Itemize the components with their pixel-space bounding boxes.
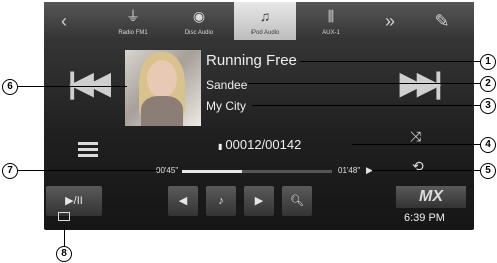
track-album: My City [206,99,246,113]
elapsed-time: 00'45" [156,166,179,175]
list-icon[interactable] [78,142,98,158]
callout-line-2 [248,83,480,84]
file-icon: ▮ [218,142,223,151]
track-counter: ▮ 00012/00142 [218,137,302,152]
source-radio-fm1[interactable]: ⏚ Radio FM1 [102,2,164,40]
callout-4: 4 [480,137,496,153]
callout-line-6 [17,86,127,87]
callout-5: 5 [480,163,496,179]
track-artist: Sandee [206,78,248,92]
callout-line-5 [372,170,480,171]
head-unit-screen: ‹ ⏚ Radio FM1 ◉ Disc Audio ♫ iPod Audio … [44,2,474,230]
previous-track-icon[interactable]: |◀◀ [68,66,110,101]
callout-2: 2 [480,76,496,92]
source-aux-1[interactable]: ⫼ AUX-1 [300,2,362,40]
status-icon [58,212,70,221]
aux-icon: ⫼ [327,8,335,24]
more-sources-icon[interactable]: » [370,2,410,40]
progress-fill [182,170,242,173]
play-pause-button[interactable]: ▶/II [46,186,102,216]
progress-bar[interactable] [182,170,332,173]
callout-line-4 [352,144,480,145]
callout-8: 8 [56,246,72,262]
callout-line-8 [64,226,65,246]
back-chevron-icon[interactable]: ‹ [44,2,84,40]
antenna-icon: ⏚ [126,8,140,24]
mx-button[interactable]: MX [396,186,466,208]
prev-button[interactable]: ◀ [168,186,198,216]
search-button[interactable]: 🔍︎ [282,186,312,216]
music-note-icon: ♫ [259,8,271,24]
clock: 6:39 PM [404,212,445,224]
album-artwork [125,50,201,126]
track-title: Running Free [206,52,297,69]
next-button[interactable]: ▶ [244,186,274,216]
callout-6: 6 [2,79,18,95]
shuffle-icon[interactable]: ⤨ [410,128,421,145]
disc-icon: ◉ [192,8,206,24]
callout-line-7 [17,170,159,171]
source-ipod-audio[interactable]: ♫ iPod Audio [234,2,296,40]
settings-tools-icon[interactable]: ✎ [422,2,462,40]
callout-line-1 [300,61,480,62]
callout-line-3 [252,105,480,106]
callout-1: 1 [480,54,496,70]
callout-3: 3 [480,98,496,114]
remaining-time: 01'48" [338,166,361,175]
source-disc-audio[interactable]: ◉ Disc Audio [168,2,230,40]
bottom-bar: ▶/II ◀ ♪ ▶ 🔍︎ MX 6:39 PM [44,182,474,230]
source-bar: ‹ ⏚ Radio FM1 ◉ Disc Audio ♫ iPod Audio … [44,2,474,40]
repeat-icon[interactable]: ⟲ [412,158,424,175]
callout-7: 7 [2,163,18,179]
music-library-button[interactable]: ♪ [206,186,236,216]
